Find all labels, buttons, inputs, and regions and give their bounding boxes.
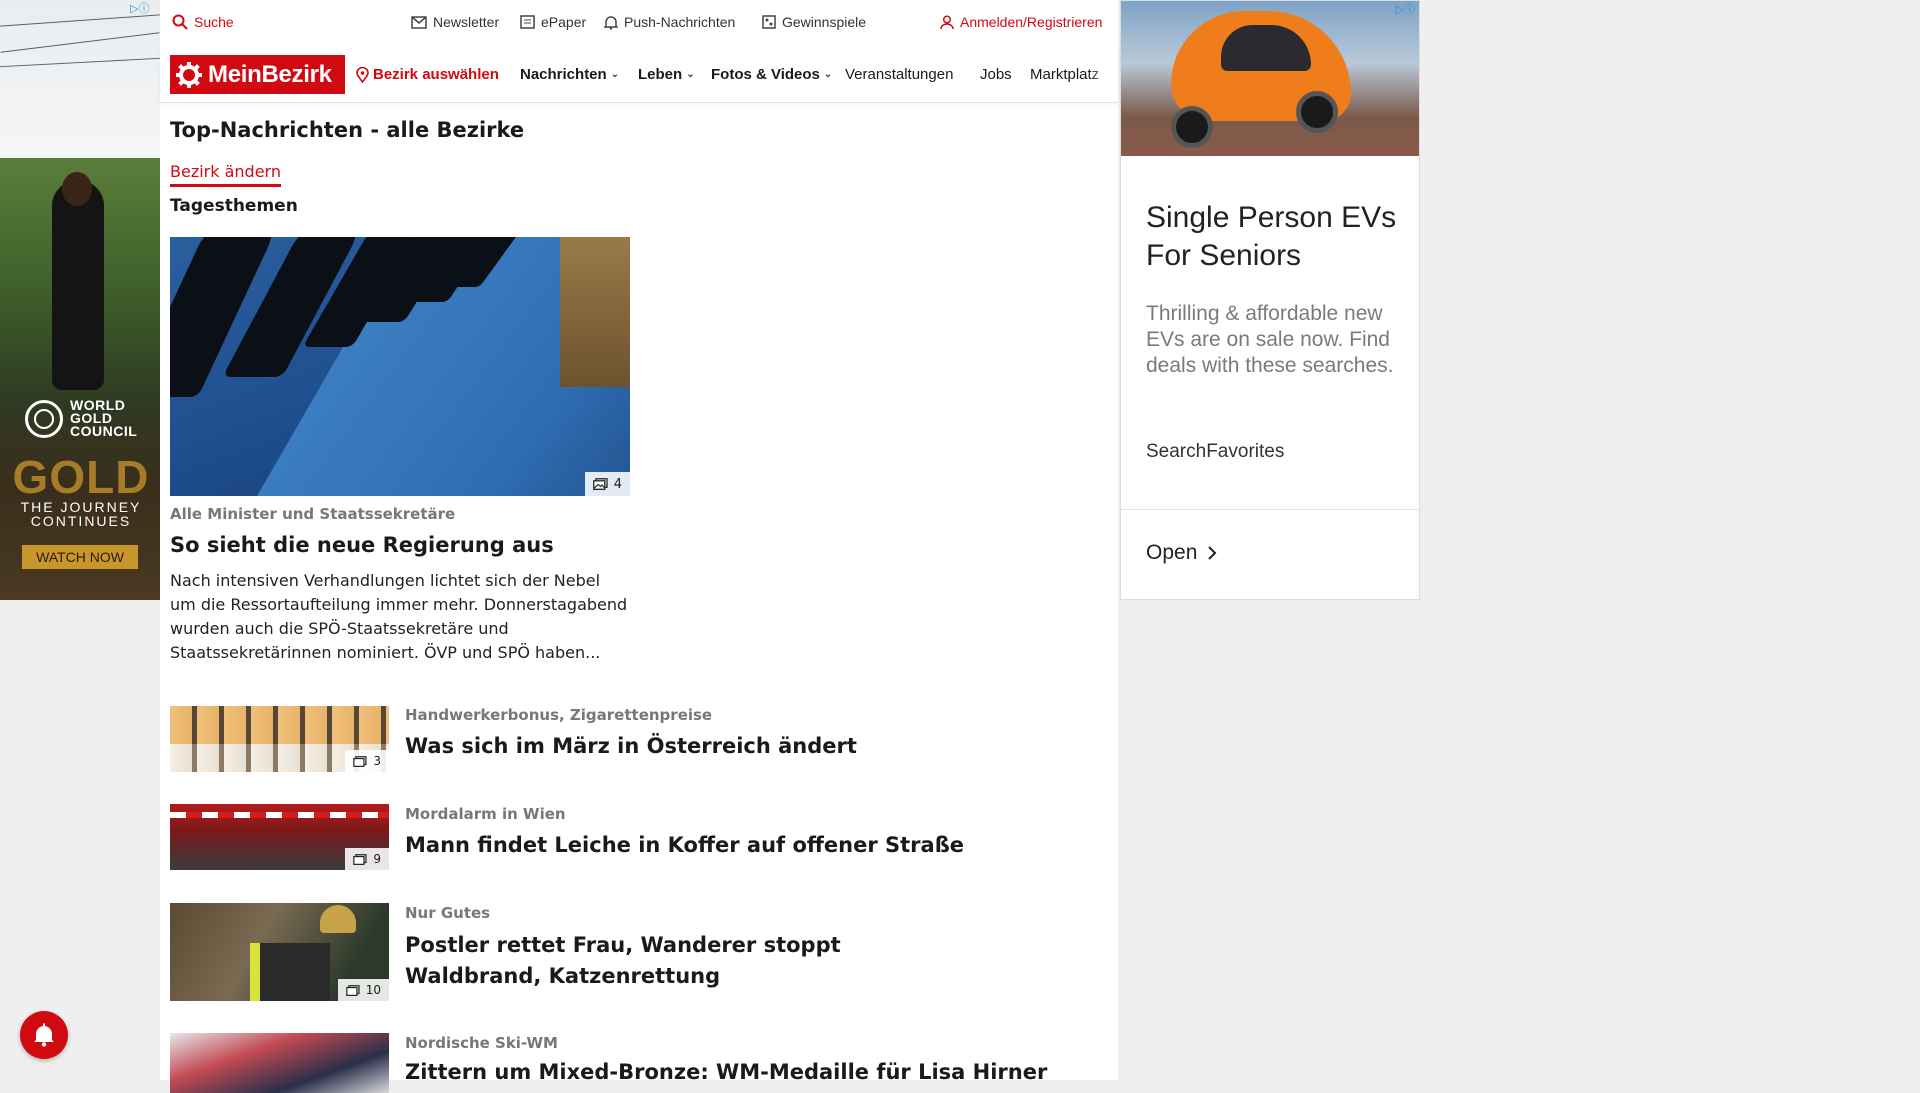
- district-label: Bezirk auswählen: [373, 66, 499, 83]
- newsletter-label: Newsletter: [433, 14, 500, 30]
- nav-leben[interactable]: Leben ⌄: [638, 66, 695, 83]
- article-headline[interactable]: Zittern um Mixed-Bronze: WM-Medaille für…: [405, 1060, 1105, 1084]
- bell-icon: [604, 15, 618, 30]
- section-heading: Tagesthemen: [170, 196, 298, 216]
- ad-tagline: THE JOURNEY CONTINUES: [20, 499, 142, 529]
- ad-body: Thrilling & affordable new EVs are on sa…: [1146, 302, 1394, 377]
- logo-gear-icon: [176, 61, 202, 88]
- hero-teaser: Nach intensiven Verhandlungen lichtet si…: [170, 571, 628, 662]
- article-thumbnail[interactable]: 9: [170, 804, 389, 870]
- article-kicker: Handwerkerbonus, Zigarettenpreise: [405, 706, 713, 724]
- ad-brand: WORLD GOLD COUNCIL: [70, 397, 138, 439]
- image-count-badge: 4: [584, 472, 630, 496]
- adchoices-icon[interactable]: ▷ⓘ: [130, 0, 149, 16]
- main-column: Suche Newsletter ePaper Push-Nachrichten…: [160, 0, 1118, 1093]
- chevron-down-icon: ⌄: [610, 69, 620, 80]
- location-pin-icon: [356, 66, 369, 83]
- meinbezirk-logo[interactable]: MeinBezirk: [170, 55, 345, 94]
- article-headline[interactable]: Mann findet Leiche in Koffer auf offener…: [405, 833, 1095, 857]
- main-nav: MeinBezirk Bezirk auswählen Nachrichten ⌄…: [160, 46, 1118, 103]
- wheel-shape: [1171, 106, 1213, 148]
- gallery-icon: [592, 478, 608, 490]
- epaper-label: ePaper: [541, 14, 587, 30]
- search-icon: [172, 14, 188, 30]
- gift-icon: [762, 15, 776, 29]
- left-skyscraper-ad[interactable]: WORLD GOLD COUNCIL GOLD THE JOURNEY CONTINU…: [0, 0, 160, 600]
- nav-label: Leben: [638, 66, 683, 83]
- adchoices-icon[interactable]: ▷ⓘ: [1396, 1, 1415, 17]
- ad-open-label: Open: [1146, 541, 1198, 564]
- image-count: 10: [365, 983, 381, 997]
- contests-label: Gewinnspiele: [782, 14, 867, 30]
- image-count-badge: 3: [345, 750, 389, 772]
- article-thumbnail[interactable]: 10: [170, 903, 389, 1001]
- nav-label: Nachrichten: [520, 66, 607, 83]
- chevron-right-icon: [1208, 546, 1217, 560]
- page-title: Top-Nachrichten - alle Bezirke: [170, 118, 525, 142]
- chevron-down-icon: ⌄: [823, 69, 833, 80]
- article-kicker: Nordische Ski-WM: [405, 1034, 558, 1052]
- epaper-link[interactable]: ePaper: [520, 14, 586, 30]
- gallery-icon: [353, 853, 367, 865]
- right-native-ad[interactable]: ▷ⓘ Single Person EVs For Seniors Thrilli…: [1120, 0, 1420, 600]
- login-label: Anmelden/Registrieren: [960, 14, 1103, 30]
- article-kicker: Mordalarm in Wien: [405, 805, 566, 823]
- top-utility-bar: Suche Newsletter ePaper Push-Nachrichten…: [160, 0, 1118, 46]
- nav-label: Jobs: [980, 66, 1012, 83]
- wgc-logo-icon: [25, 400, 63, 438]
- ad-watch-button[interactable]: WATCH NOW: [22, 545, 138, 569]
- ad-car-photo: [1121, 1, 1419, 156]
- ad-open-button[interactable]: Open: [1146, 541, 1217, 565]
- nav-nachrichten[interactable]: Nachrichten ⌄: [520, 66, 619, 83]
- nav-fade: [1088, 46, 1118, 102]
- change-district-link[interactable]: Bezirk ändern: [170, 162, 281, 187]
- image-count: 9: [373, 852, 381, 866]
- firefighter-helmet: [320, 905, 356, 933]
- wood-panel: [560, 237, 630, 387]
- wheel-shape: [1296, 91, 1338, 133]
- image-count: 3: [373, 754, 381, 768]
- ad-divider: [1121, 509, 1419, 510]
- article-thumbnail[interactable]: 3: [170, 706, 389, 772]
- chevron-down-icon: ⌄: [686, 69, 695, 80]
- image-count: 4: [613, 476, 622, 492]
- ad-source: SearchFavorites: [1146, 441, 1285, 462]
- notification-bell-button[interactable]: [20, 1011, 68, 1059]
- login-link[interactable]: Anmelden/Registrieren: [940, 14, 1102, 30]
- article-headline[interactable]: Was sich im März in Österreich ändert: [405, 734, 1095, 758]
- image-count-badge: 9: [345, 848, 389, 870]
- hero-headline[interactable]: So sieht die neue Regierung aus: [170, 533, 554, 557]
- nav-fotos-videos[interactable]: Fotos & Videos ⌄: [711, 66, 832, 83]
- gallery-icon: [353, 755, 367, 767]
- hero-kicker: Alle Minister und Staatssekretäre: [170, 505, 456, 523]
- nav-label: Veranstaltungen: [845, 66, 954, 83]
- article-headline[interactable]: Postler rettet Frau, Wanderer stoppt Wal…: [405, 930, 965, 992]
- newsletter-link[interactable]: Newsletter: [411, 14, 499, 30]
- gallery-icon: [345, 984, 360, 996]
- search-label: Suche: [194, 14, 234, 30]
- hero-image[interactable]: 4: [170, 237, 630, 496]
- ad-title[interactable]: Single Person EVs For Seniors: [1146, 199, 1406, 275]
- police-tape: [170, 812, 389, 818]
- district-select[interactable]: Bezirk auswählen: [356, 66, 499, 83]
- nav-label: Fotos & Videos: [711, 66, 820, 83]
- user-icon: [940, 14, 954, 29]
- image-count-badge: 10: [337, 979, 389, 1001]
- nav-jobs[interactable]: Jobs: [980, 66, 1012, 83]
- push-link[interactable]: Push-Nachrichten: [604, 14, 735, 30]
- push-label: Push-Nachrichten: [624, 14, 736, 30]
- newspaper-icon: [520, 15, 535, 29]
- search-link[interactable]: Suche: [172, 14, 234, 30]
- contests-link[interactable]: Gewinnspiele: [762, 14, 866, 30]
- article-kicker: Nur Gutes: [405, 904, 491, 922]
- article-thumbnail[interactable]: [170, 1033, 389, 1093]
- ad-person: [52, 172, 104, 390]
- bell-icon: [34, 1023, 54, 1047]
- ad-headline: GOLD: [12, 451, 150, 503]
- brand-name: MeinBezirk: [208, 60, 332, 88]
- firefighter-vest: [250, 943, 330, 1001]
- nav-veranstaltungen[interactable]: Veranstaltungen: [845, 66, 953, 83]
- mail-icon: [411, 15, 427, 29]
